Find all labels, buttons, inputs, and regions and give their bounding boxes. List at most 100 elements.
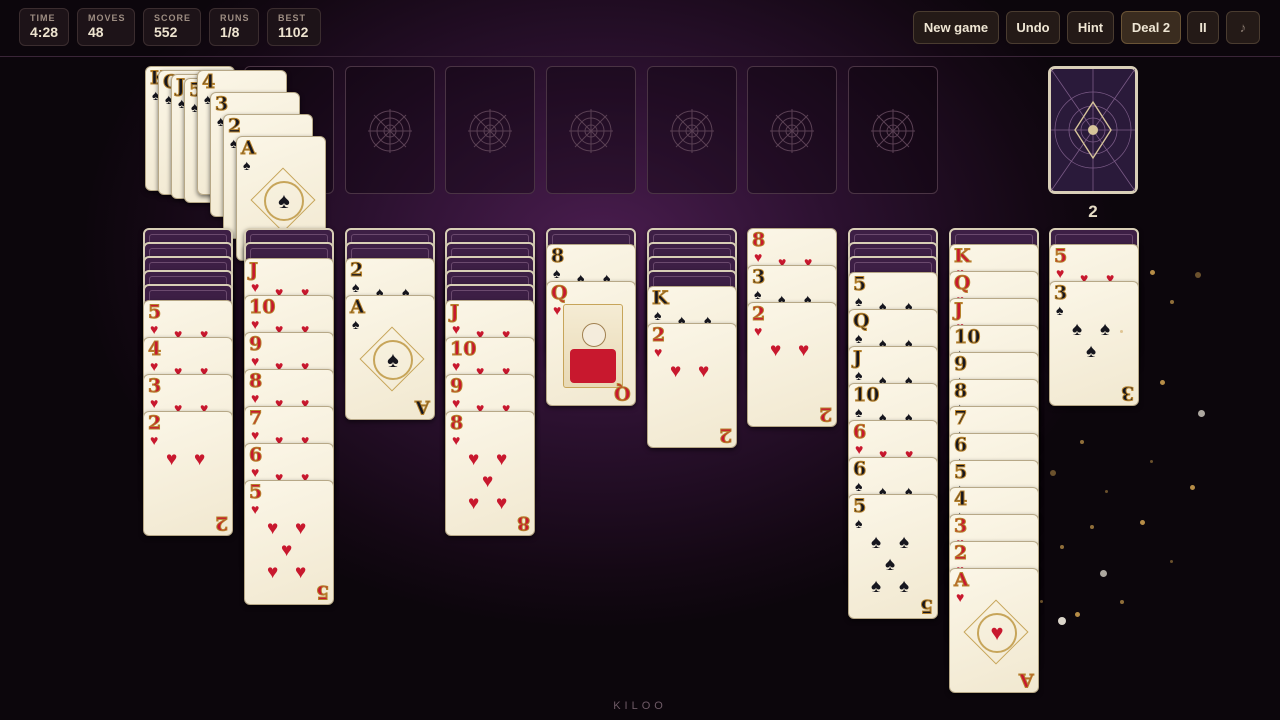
stock-pile[interactable] bbox=[1048, 66, 1138, 194]
playing-card[interactable]: A ♥ ♥ A bbox=[949, 568, 1039, 693]
score-value: 552 bbox=[154, 24, 178, 40]
card-rank: J bbox=[249, 259, 259, 281]
sparkle-dot bbox=[1120, 330, 1123, 333]
card-rank: 8 bbox=[449, 412, 464, 434]
spade-icon: ♠ bbox=[855, 478, 863, 494]
heart-icon: ♥ bbox=[468, 493, 480, 514]
heart-icon: ♥ bbox=[251, 353, 260, 369]
card-rank-bottom: A bbox=[1019, 669, 1035, 692]
heart-icon: ♥ bbox=[295, 562, 307, 583]
card-rank: 5 bbox=[852, 495, 867, 517]
card-rank: Q bbox=[954, 272, 972, 294]
card-rank: 3 bbox=[214, 93, 229, 115]
web-icon bbox=[871, 109, 915, 153]
card-rank: 3 bbox=[1053, 282, 1068, 304]
spade-icon: ♠ bbox=[855, 330, 863, 346]
sparkle-dot bbox=[1160, 380, 1165, 385]
spade-icon: ♠ bbox=[373, 340, 413, 380]
heart-icon: ♥ bbox=[496, 493, 508, 514]
card-rank: 6 bbox=[953, 434, 968, 456]
deal-button[interactable]: Deal 2 bbox=[1121, 11, 1181, 44]
sparkle-dot bbox=[1170, 560, 1173, 563]
sparkle-dot bbox=[1105, 490, 1108, 493]
card-rank-bottom: 2 bbox=[818, 403, 832, 426]
best-label: BEST bbox=[278, 13, 307, 23]
time-stat: TIME 4:28 bbox=[19, 8, 69, 46]
card-rank: 5 bbox=[1053, 245, 1068, 267]
card-rank: 9 bbox=[953, 353, 968, 375]
sparkle-dot bbox=[1040, 600, 1043, 603]
spade-icon: ♠ bbox=[855, 404, 863, 420]
new-game-button[interactable]: New game bbox=[913, 11, 999, 44]
card-rank-bottom: Q bbox=[614, 382, 632, 405]
card-rank: 2 bbox=[953, 542, 968, 564]
card-rank: 3 bbox=[953, 515, 968, 537]
sparkle-dot bbox=[1198, 410, 1205, 417]
undo-button[interactable]: Undo bbox=[1006, 11, 1060, 44]
heart-icon: ♥ bbox=[482, 471, 494, 492]
heart-icon: ♥ bbox=[150, 321, 159, 337]
card-rank: K bbox=[954, 245, 971, 267]
foundation-slot bbox=[848, 66, 938, 194]
heart-icon: ♥ bbox=[798, 340, 810, 361]
sound-button[interactable]: ♪ bbox=[1226, 11, 1260, 44]
sparkle-dot bbox=[1058, 617, 1066, 625]
card-rank: Q bbox=[551, 282, 569, 304]
card-rank: 5 bbox=[147, 301, 162, 323]
card-rank: J bbox=[954, 299, 964, 321]
spade-icon: ♠ bbox=[352, 316, 360, 332]
heart-icon: ♥ bbox=[977, 613, 1017, 653]
card-rank: 3 bbox=[751, 266, 766, 288]
playing-card[interactable]: 5 ♠ ♠ ♠ ♠ ♠ ♠ 5 bbox=[848, 494, 938, 619]
card-rank: 8 bbox=[751, 229, 766, 251]
card-rank: 4 bbox=[953, 488, 968, 510]
card-rank: 6 bbox=[852, 458, 867, 480]
heart-icon: ♥ bbox=[496, 449, 508, 470]
playing-card[interactable]: 3 ♠ ♠ ♠ ♠ 3 bbox=[1049, 281, 1139, 406]
runs-stat: RUNS 1/8 bbox=[209, 8, 259, 46]
heart-icon: ♥ bbox=[452, 395, 461, 411]
web-icon bbox=[569, 109, 613, 153]
spade-icon: ♠ bbox=[264, 181, 304, 221]
pause-button[interactable]: II bbox=[1187, 11, 1219, 44]
moves-label: MOVES bbox=[88, 13, 126, 23]
card-rank: J bbox=[853, 347, 863, 369]
runs-value: 1/8 bbox=[220, 24, 240, 40]
spiderweb-icon bbox=[1050, 68, 1136, 192]
heart-icon: ♥ bbox=[770, 340, 782, 361]
playing-card[interactable]: 2 ♥ ♥ ♥ 2 bbox=[647, 323, 737, 448]
sparkle-dot bbox=[1150, 460, 1153, 463]
heart-icon: ♥ bbox=[698, 361, 710, 382]
heart-icon: ♥ bbox=[251, 501, 260, 517]
spade-icon: ♠ bbox=[885, 554, 896, 575]
playing-card[interactable]: 8 ♥ ♥ ♥ ♥ ♥ ♥ 8 bbox=[445, 411, 535, 536]
card-rank: 6 bbox=[852, 421, 867, 443]
spade-icon: ♠ bbox=[1100, 319, 1111, 340]
heart-icon: ♥ bbox=[754, 323, 763, 339]
web-icon bbox=[770, 109, 814, 153]
hint-button[interactable]: Hint bbox=[1067, 11, 1114, 44]
face-card-art bbox=[563, 304, 623, 388]
card-rank: 7 bbox=[953, 407, 968, 429]
sparkle-dot bbox=[1090, 525, 1094, 529]
card-rank: A bbox=[350, 296, 366, 318]
heart-icon: ♥ bbox=[452, 321, 461, 337]
heart-icon: ♥ bbox=[251, 464, 260, 480]
playing-card[interactable]: 2 ♥ ♥ ♥ 2 bbox=[747, 302, 837, 427]
heart-icon: ♥ bbox=[855, 441, 864, 457]
spade-icon: ♠ bbox=[899, 576, 910, 597]
card-rank: Q bbox=[853, 310, 871, 332]
playing-card[interactable]: 2 ♥ ♥ ♥ 2 bbox=[143, 411, 233, 536]
playing-card[interactable]: A ♠ ♠ A bbox=[345, 295, 435, 420]
heart-icon: ♥ bbox=[267, 518, 279, 539]
spade-icon: ♠ bbox=[754, 286, 762, 302]
card-rank: 10 bbox=[248, 296, 276, 318]
web-icon bbox=[368, 109, 412, 153]
heart-icon: ♥ bbox=[150, 358, 159, 374]
playing-card[interactable]: 5 ♥ ♥ ♥ ♥ ♥ ♥ 5 bbox=[244, 480, 334, 605]
heart-icon: ♥ bbox=[251, 316, 260, 332]
web-icon bbox=[670, 109, 714, 153]
foundation-slot bbox=[647, 66, 737, 194]
playing-card[interactable]: Q ♥ Q bbox=[546, 281, 636, 406]
spade-icon: ♠ bbox=[1072, 319, 1083, 340]
